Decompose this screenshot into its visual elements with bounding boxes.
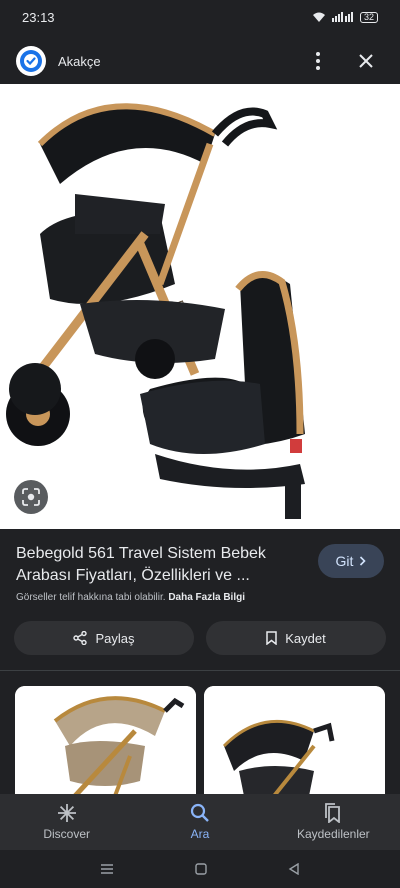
nav-saved[interactable]: Kaydedilenler — [267, 794, 400, 850]
nav-search[interactable]: Ara — [133, 794, 266, 850]
visit-label: Git — [335, 553, 354, 569]
visit-button[interactable]: Git — [318, 544, 384, 578]
home-icon[interactable] — [195, 863, 207, 875]
related-stroller-black — [204, 686, 385, 796]
status-icons: 32 — [312, 11, 378, 23]
share-button[interactable]: Paylaş — [14, 621, 194, 655]
share-icon — [73, 631, 88, 645]
check-badge-icon — [20, 50, 42, 72]
section-divider — [0, 670, 400, 671]
more-options-button[interactable] — [300, 43, 336, 79]
nav-saved-label: Kaydedilenler — [296, 827, 370, 841]
more-info-link[interactable]: Daha Fazla Bilgi — [168, 592, 245, 603]
system-navigation-bar — [0, 850, 400, 888]
save-label: Kaydet — [285, 630, 326, 646]
bottom-navigation: Discover Ara Kaydedilenler — [0, 794, 400, 850]
battery-indicator: 32 — [359, 11, 378, 23]
status-bar: 23:13 32 — [0, 0, 400, 34]
save-button[interactable]: Kaydet — [206, 621, 386, 655]
copyright-text: Görseller telif hakkına tabi olabilir. — [16, 592, 166, 603]
close-icon — [359, 54, 373, 68]
screen: 23:13 32 Akakçe Bebegold 561 Travel Sist… — [0, 0, 400, 888]
source-name[interactable]: Akakçe — [58, 54, 288, 69]
lens-button[interactable] — [14, 480, 48, 514]
lens-icon — [22, 488, 40, 506]
nav-discover-label: Discover — [43, 827, 90, 841]
recent-apps-icon[interactable] — [100, 863, 114, 875]
close-button[interactable] — [348, 43, 384, 79]
source-logo[interactable] — [16, 46, 46, 76]
search-icon — [190, 803, 209, 822]
more-vert-icon — [316, 52, 320, 70]
signal-icon — [331, 12, 353, 22]
result-title[interactable]: Bebegold 561 Travel Sistem Bebek Arabası… — [16, 543, 306, 587]
bookmark-icon — [266, 631, 277, 645]
share-label: Paylaş — [95, 630, 135, 646]
related-image-2[interactable] — [204, 686, 385, 796]
asterisk-icon — [57, 804, 76, 822]
wifi-icon — [312, 12, 325, 22]
nav-search-label: Ara — [190, 827, 210, 841]
status-time: 23:13 — [22, 9, 55, 25]
related-stroller-beige — [15, 686, 196, 796]
copyright-notice: Görseller telif hakkına tabi olabilir. D… — [16, 592, 245, 603]
stroller-illustration: Bebegold — [0, 84, 400, 529]
bookmarks-icon — [325, 803, 341, 823]
back-icon[interactable] — [288, 863, 300, 875]
viewer-header: Akakçe — [0, 38, 400, 84]
main-product-image[interactable]: Bebegold — [0, 84, 400, 529]
nav-discover[interactable]: Discover — [0, 794, 133, 850]
chevron-right-icon — [360, 556, 367, 566]
related-image-1[interactable] — [15, 686, 196, 796]
